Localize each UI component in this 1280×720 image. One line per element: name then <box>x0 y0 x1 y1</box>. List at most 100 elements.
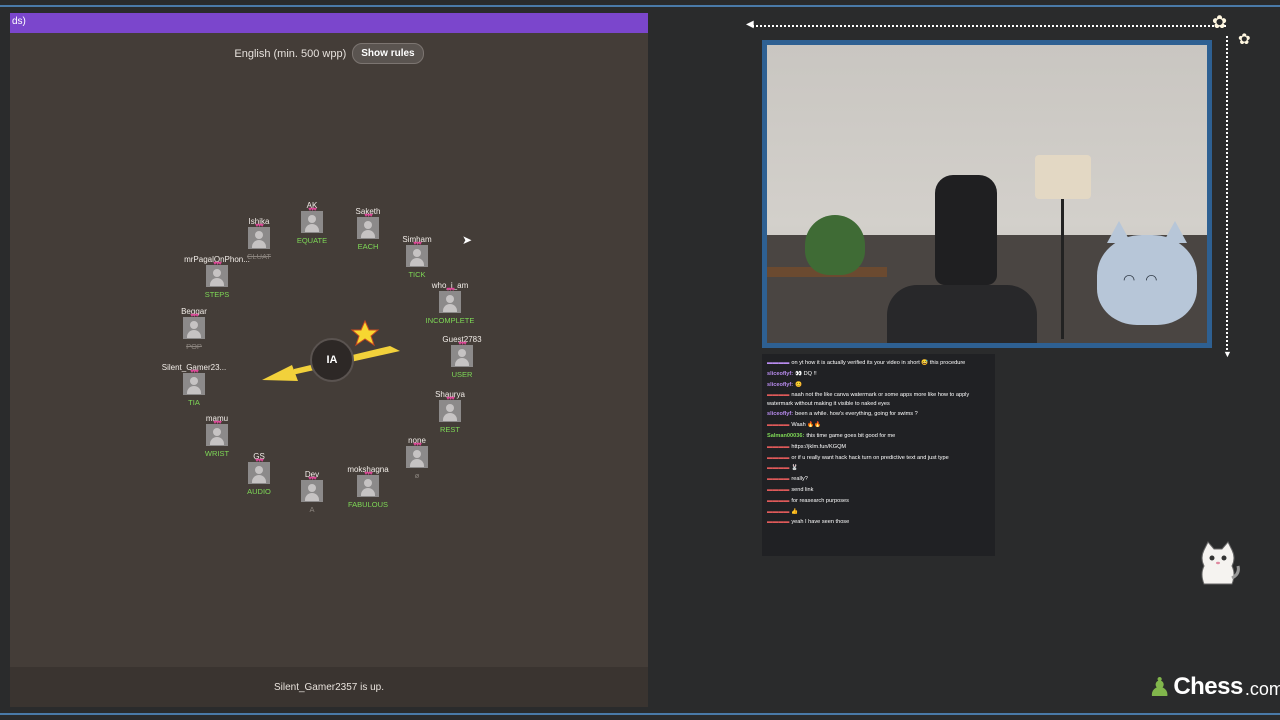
avatar: ♥♥♥ <box>439 396 461 422</box>
lives-hearts-icon: ♥♥♥ <box>308 476 317 482</box>
player-last-word: A <box>309 505 315 514</box>
chat-username[interactable]: Salman00036: <box>767 433 804 439</box>
lives-hearts-icon: ♥♥♥ <box>190 369 199 375</box>
avatar: ♥♥♥ <box>357 471 379 497</box>
mouse-cursor-icon: ➤ <box>462 233 473 247</box>
office-chair <box>935 175 997 285</box>
player-last-word: INCOMPLETE <box>425 316 475 325</box>
chat-username-redacted: ▬▬▬▬ <box>767 443 790 450</box>
avatar: ♥♥♥ <box>301 207 323 233</box>
chat-text: for reasearch purposes <box>791 497 849 504</box>
chat-text: really? <box>791 476 808 483</box>
chat-username[interactable]: sliceoflyf: <box>767 411 793 417</box>
plant <box>805 215 865 275</box>
chat-message: ▬▬▬▬ 👍 <box>767 508 991 516</box>
chat-text: Waah 🔥🔥 <box>791 422 822 429</box>
chat-username-redacted: ▬▬▬▬ <box>767 519 790 526</box>
topbar-text: ds) <box>12 16 26 27</box>
chat-username[interactable]: sliceoflyf: <box>767 371 793 377</box>
avatar: ♥♥♥ <box>183 313 205 339</box>
player-last-word: TICK <box>408 270 426 279</box>
language-label: English (min. 500 wpp) <box>234 47 347 60</box>
lives-hearts-icon: ♥♥♥ <box>213 261 222 267</box>
chat-message: sliceoflyf: 👀 DQ !! <box>767 370 991 378</box>
pawn-icon: ♟ <box>1148 672 1172 702</box>
chat-username-redacted: ▬▬▬▬ <box>767 508 790 515</box>
cat-sticker-icon <box>1201 541 1240 585</box>
show-rules-button[interactable]: Show rules <box>352 43 424 64</box>
chat-text: 😊 <box>795 381 803 388</box>
chat-message: ▬▬▬▬ 🐰 <box>767 464 991 472</box>
frame-top-border <box>0 5 1280 7</box>
player-last-word: STEPS <box>204 290 230 299</box>
chat-panel: ▬▬▬▬ on yt how it is actually verified it… <box>762 354 995 556</box>
lives-hearts-icon: ♥♥♥ <box>446 287 455 293</box>
avatar: ♥♥♥ <box>301 476 323 502</box>
flower-icon: ✿ <box>1212 12 1228 32</box>
chat-text: been a while. how's everything, going fo… <box>795 411 918 418</box>
chat-text: on yt how it is actually verified its yo… <box>791 360 966 366</box>
player-seat: Dev ♥♥♥ A <box>267 470 357 514</box>
game-topbar: ds) <box>10 13 648 33</box>
lives-hearts-icon: ♥♥♥ <box>413 442 422 448</box>
player-seat: Beggar ♥♥♥ POP <box>149 307 239 351</box>
chat-message: ▬▬▬▬ Waah 🔥🔥 <box>767 421 991 429</box>
lives-hearts-icon: ♥♥♥ <box>190 313 199 319</box>
chat-username-redacted: ▬▬▬▬ <box>767 465 790 472</box>
floor-lamp <box>1035 155 1091 199</box>
cat-plush: ◠◠ <box>1097 221 1197 325</box>
decorative-dotted-line <box>1226 36 1228 354</box>
status-text: Silent_Gamer2357 is up. <box>273 681 385 693</box>
chat-username-redacted: ▬▬▬▬ <box>767 392 790 399</box>
lives-hearts-icon: ♥♥♥ <box>446 396 455 402</box>
chat-text: 👍 <box>791 508 799 515</box>
player-seat: Simham ♥♥♥ TICK <box>372 235 462 279</box>
down-arrow-icon: ▼ <box>1223 349 1232 359</box>
current-syllable: IA <box>310 338 354 382</box>
chat-username-redacted: ▬▬▬▬ <box>767 454 790 461</box>
avatar: ♥♥♥ <box>206 420 228 446</box>
chat-text: 🐰 <box>791 465 799 472</box>
lives-hearts-icon: ♥♥♥ <box>413 241 422 247</box>
logo-suffix: .com <box>1244 679 1280 699</box>
chat-message: ▬▬▬▬ https://jklm.fun/KGQM <box>767 443 991 451</box>
chat-text: this time game goes bit good for me <box>806 432 896 439</box>
chat-text: 👀 DQ !! <box>795 370 817 377</box>
lives-hearts-icon: ♥♥♥ <box>213 420 222 426</box>
avatar: ♥♥♥ <box>439 287 461 313</box>
chat-message: Salman00036: this time game goes bit good… <box>767 432 991 440</box>
lives-hearts-icon: ♥♥♥ <box>364 471 373 477</box>
player-seat: mrPagalOnPhon... ♥♥♥ STEPS <box>172 255 262 299</box>
chat-message: ▬▬▬▬ on yt how it is actually verified it… <box>767 359 991 367</box>
chat-text: yeah I have seen those <box>791 519 850 526</box>
player-last-word: POP <box>186 342 202 351</box>
chat-username[interactable]: sliceoflyf: <box>767 382 793 388</box>
chat-text: or if u really want hack hack turn on pr… <box>791 454 949 461</box>
lives-hearts-icon: ♥♥♥ <box>458 341 467 347</box>
lives-hearts-icon: ♥♥♥ <box>255 223 264 229</box>
avatar: ♥♥♥ <box>183 369 205 395</box>
chat-message: sliceoflyf: 😊 <box>767 381 991 389</box>
webcam-frame: ◠◠ <box>762 40 1212 348</box>
chat-username-redacted: ▬▬▬▬ <box>767 422 790 429</box>
avatar: ♥♥♥ <box>406 241 428 267</box>
chat-message: ▬▬▬▬ really? <box>767 475 991 483</box>
chat-text: https://jklm.fun/KGQM <box>791 443 847 450</box>
chat-message: ▬▬▬▬ yeah I have seen those <box>767 518 991 526</box>
lives-hearts-icon: ♥♥♥ <box>308 207 317 213</box>
player-seat: Shaurya ♥♥♥ REST <box>405 390 495 434</box>
decorative-dotted-arrow: ◀ <box>746 19 1226 32</box>
frame-bottom-border <box>0 713 1280 715</box>
player-last-word: USER <box>451 370 473 379</box>
rules-row: English (min. 500 wpp) Show rules <box>10 43 648 64</box>
chat-username-redacted: ▬▬▬▬ <box>767 476 790 483</box>
logo-word: Chess <box>1173 673 1243 700</box>
avatar: ♥♥♥ <box>451 341 473 367</box>
chat-message: ▬▬▬▬ send link <box>767 486 991 494</box>
chat-message: ▬▬▬▬ naah not the like canva watermark or… <box>767 391 991 407</box>
chat-username-redacted: ▬▬▬▬ <box>767 497 790 504</box>
chat-username-redacted: ▬▬▬▬ <box>767 486 790 493</box>
player-last-word: TIA <box>188 398 200 407</box>
chat-message: ▬▬▬▬ or if u really want hack hack turn o… <box>767 454 991 462</box>
lives-hearts-icon: ♥♥♥ <box>255 458 264 464</box>
